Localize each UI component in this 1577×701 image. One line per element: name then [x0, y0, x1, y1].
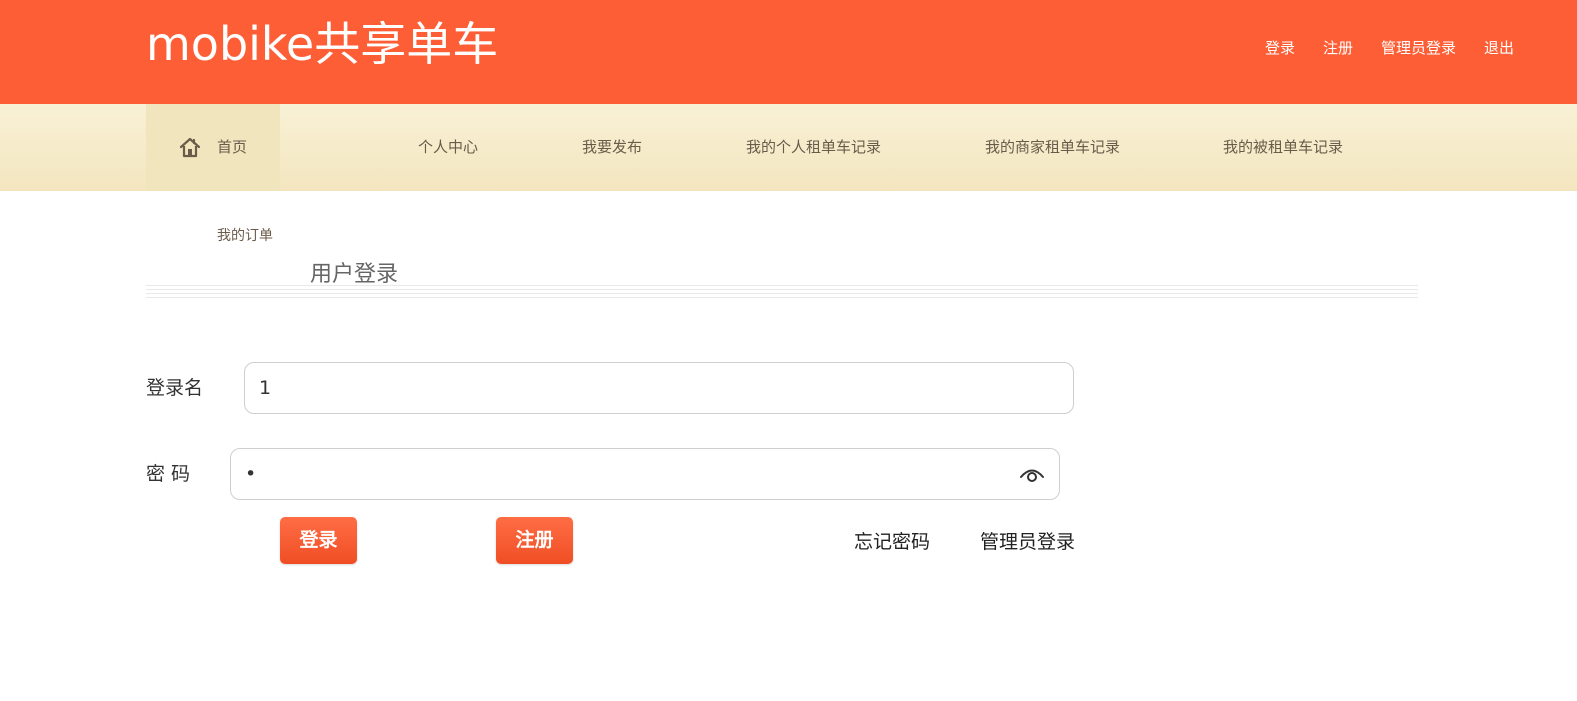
nav-item-personal-center[interactable]: 个人中心 [418, 137, 478, 157]
login-button[interactable]: 登录 [280, 517, 357, 564]
nav-item-rented-out-records[interactable]: 我的被租单车记录 [1223, 137, 1343, 157]
username-input[interactable] [244, 362, 1074, 414]
main-nav: 首页 个人中心 我要发布 我的个人租单车记录 我的商家租单车记录 我的被租单车记… [0, 104, 1577, 191]
username-label: 登录名 [146, 377, 204, 399]
top-link-register[interactable]: 注册 [1323, 37, 1353, 59]
top-link-admin-login[interactable]: 管理员登录 [1381, 37, 1456, 59]
password-value: • [245, 463, 257, 485]
nav-home-label: 首页 [217, 138, 248, 156]
password-label: 密 码 [146, 463, 191, 485]
nav-item-publish[interactable]: 我要发布 [582, 137, 642, 157]
site-logo-title[interactable]: mobike共享单车 [146, 14, 498, 74]
nav-item-personal-rental-records[interactable]: 我的个人租单车记录 [746, 137, 881, 157]
title-divider [146, 285, 1418, 299]
nav-item-home[interactable]: 首页 [146, 104, 280, 191]
top-header: mobike共享单车 登录 注册 管理员登录 退出 [0, 0, 1577, 104]
register-button[interactable]: 注册 [496, 517, 573, 564]
nav-item-my-orders[interactable]: 我的订单 [217, 226, 273, 246]
admin-login-link[interactable]: 管理员登录 [980, 529, 1075, 555]
nav-item-merchant-rental-records[interactable]: 我的商家租单车记录 [985, 137, 1120, 157]
home-icon [179, 137, 201, 158]
top-links: 登录 注册 管理员登录 退出 [1265, 37, 1514, 59]
eye-icon[interactable] [1019, 464, 1045, 484]
top-link-login[interactable]: 登录 [1265, 37, 1295, 59]
forgot-password-link[interactable]: 忘记密码 [854, 529, 930, 555]
top-link-logout[interactable]: 退出 [1484, 37, 1514, 59]
password-input[interactable]: • [230, 448, 1060, 500]
